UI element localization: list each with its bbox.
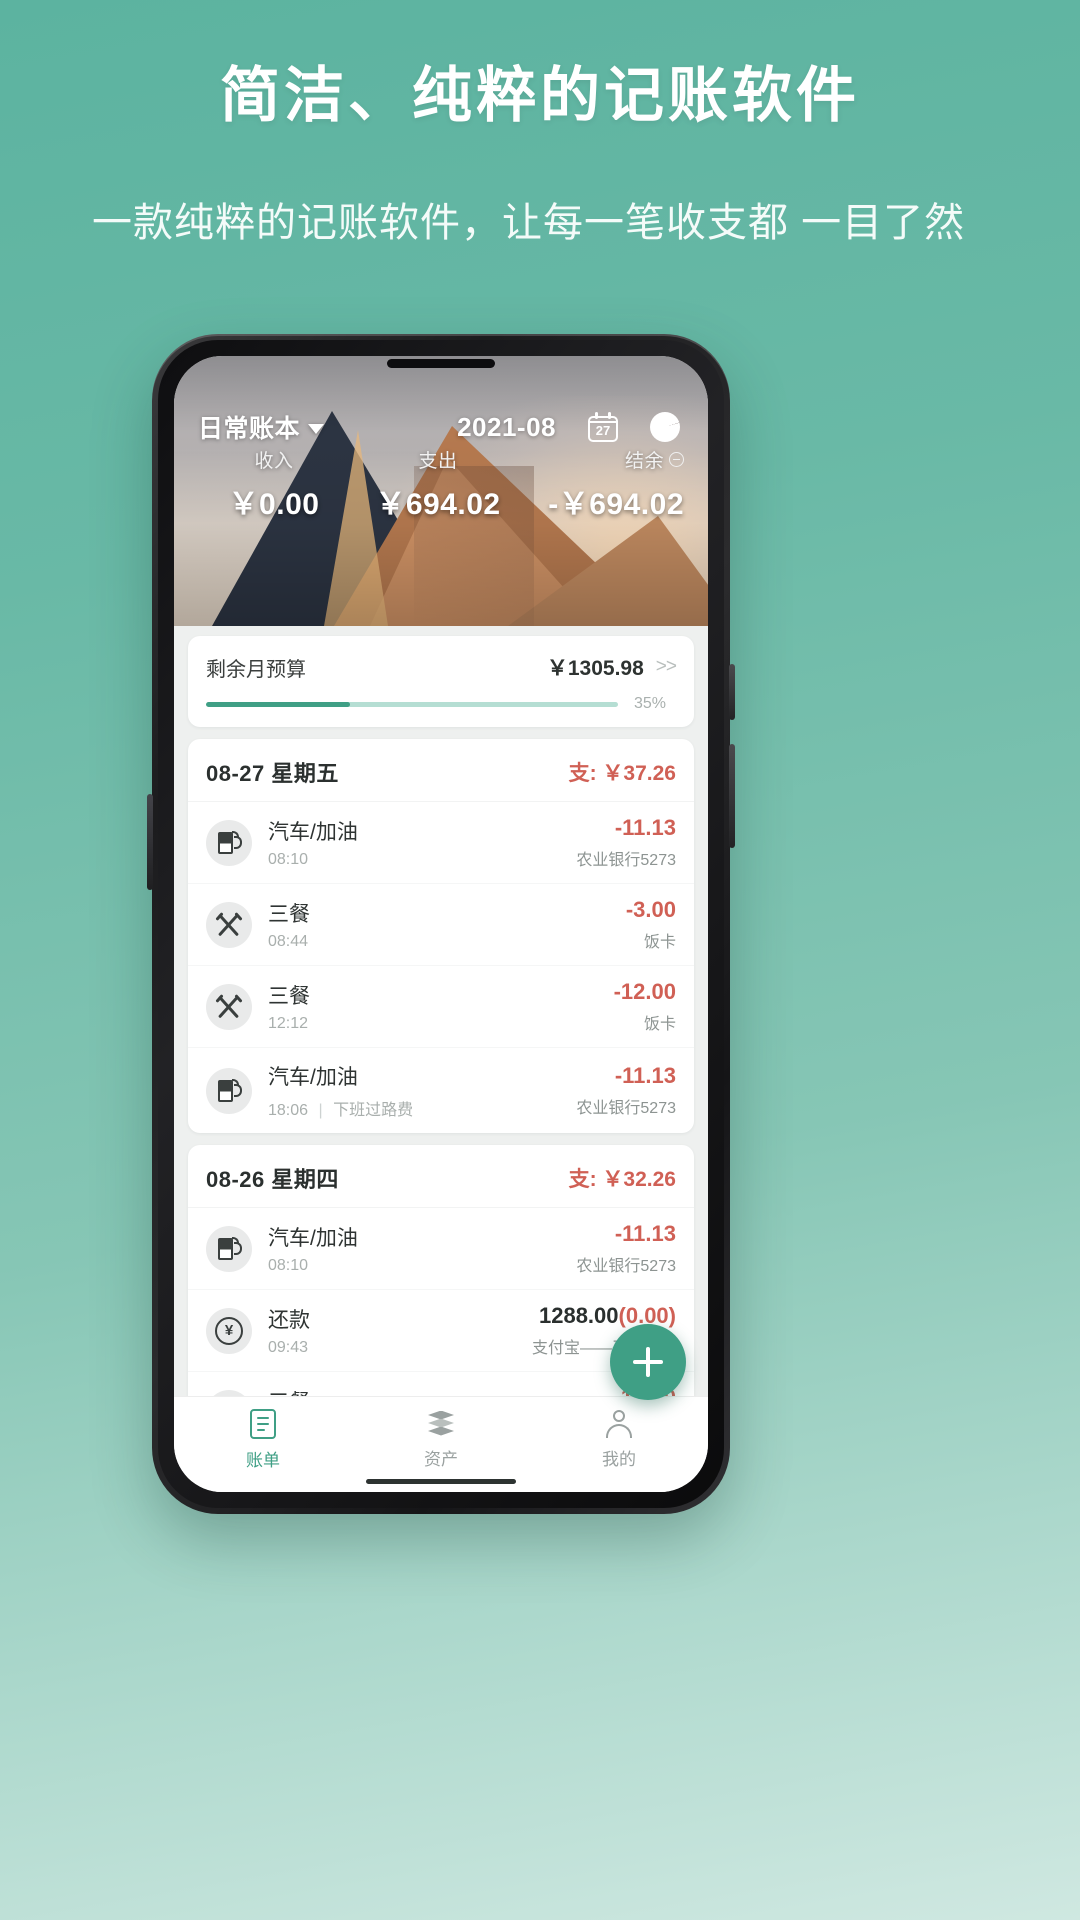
summary-balance: 结余 -￥694.02	[520, 446, 690, 523]
bill-icon	[250, 1408, 276, 1439]
txn-amount: -11.13	[614, 815, 676, 840]
summary-income: 收入 ￥0.00	[192, 446, 356, 523]
budget-top-row: 剩余月预算 ￥1305.98 >>	[206, 652, 677, 682]
day-header: 08-27 星期五 支: ￥37.26	[188, 739, 694, 802]
promo-subtitle: 一款纯粹的记账软件，让每一笔收支都 一目了然	[92, 201, 966, 245]
tab-bills-label: 账单	[246, 1450, 280, 1470]
budget-card[interactable]: 剩余月预算 ￥1305.98 >> 35%	[188, 636, 694, 727]
budget-detail-arrow-icon[interactable]: >>	[656, 656, 677, 678]
txn-amount: -12.00	[613, 979, 676, 1004]
calendar-button[interactable]: 27	[584, 408, 622, 446]
table-row[interactable]: 汽车/加油 08:10 -11.13 农业银行5273	[188, 1208, 694, 1289]
txn-account: 农业银行5273	[576, 852, 676, 869]
txn-account: 农业银行5273	[576, 1258, 676, 1275]
budget-progress-fill	[206, 701, 351, 707]
fuel-icon	[206, 1225, 252, 1272]
phone-power-button	[729, 744, 735, 848]
fuel-icon	[206, 819, 252, 866]
tab-bills[interactable]: 账单	[174, 1408, 352, 1471]
promo-header: 简洁、纯粹的记账软件 一款纯粹的记账软件，让每一笔收支都 一目了然	[0, 0, 1080, 257]
day-group: 08-27 星期五 支: ￥37.26 汽车/加油 08:10 -11.13 农…	[188, 739, 694, 1133]
txn-amount: -11.13	[614, 1221, 676, 1246]
phone-mockup: 日常账本 2021-08 27 收入 ￥0.00 支出 ￥694.02 结余 -…	[147, 334, 735, 1514]
day-total-label: 支: ￥32.26	[568, 1168, 676, 1191]
calendar-day-label: 27	[595, 423, 611, 438]
txn-time: 18:06	[268, 1102, 309, 1119]
budget-percent-label: 35%	[634, 695, 667, 712]
txn-note-separator: |	[318, 1102, 323, 1119]
person-icon	[605, 1409, 633, 1438]
txn-account: 农业银行5273	[576, 1100, 676, 1117]
txn-account: 饭卡	[643, 1016, 676, 1033]
txn-time: 08:44	[268, 933, 309, 950]
txn-category: 还款	[268, 1309, 310, 1332]
txn-amount: -11.13	[614, 1063, 676, 1088]
month-label[interactable]: 2021-08	[457, 412, 556, 443]
book-name-label: 日常账本	[198, 415, 301, 443]
repay-icon	[206, 1307, 252, 1354]
summary-expense-value: ￥694.02	[375, 488, 501, 521]
summary-expense-label: 支出	[418, 451, 458, 472]
phone-screen: 日常账本 2021-08 27 收入 ￥0.00 支出 ￥694.02 结余 -…	[174, 356, 708, 1492]
summary-balance-text: 结余	[624, 451, 664, 472]
table-row[interactable]: 汽车/加油 08:10 -11.13 农业银行5273	[188, 802, 694, 883]
budget-progress-row: 35%	[206, 695, 676, 713]
tab-assets[interactable]: 资产	[352, 1410, 530, 1470]
chevron-down-icon	[308, 424, 325, 434]
header-hero-image: 日常账本 2021-08 27 收入 ￥0.00 支出 ￥694.02 结余 -…	[174, 356, 708, 626]
day-header: 08-26 星期四 支: ￥32.26	[188, 1145, 694, 1208]
summary-balance-value: -￥694.02	[548, 488, 684, 521]
txn-note: 下班过路费	[333, 1102, 414, 1119]
meal-icon	[206, 983, 252, 1030]
statistics-button[interactable]	[646, 408, 684, 446]
promo-title: 简洁、纯粹的记账软件	[220, 62, 860, 129]
txn-category: 三餐	[268, 1386, 606, 1396]
budget-amount: ￥1305.98	[546, 657, 644, 680]
summary-income-label: 收入	[254, 451, 294, 472]
fuel-icon	[206, 1067, 252, 1114]
assets-icon	[426, 1410, 456, 1438]
txn-time: 09:43	[268, 1339, 309, 1356]
txn-time: 12:12	[268, 1015, 309, 1032]
day-total-label: 支: ￥37.26	[568, 762, 676, 785]
home-indicator	[366, 1479, 516, 1484]
tab-profile[interactable]: 我的	[530, 1409, 708, 1470]
bill-list-scroll[interactable]: 剩余月预算 ￥1305.98 >> 35% 08-27 星期五 支: ￥37.2…	[174, 626, 708, 1396]
txn-category: 三餐	[268, 985, 310, 1008]
phone-notch-speaker	[387, 359, 495, 368]
book-selector[interactable]: 日常账本	[198, 409, 325, 445]
summary-income-value: ￥0.00	[228, 488, 320, 521]
day-date-label: 08-26 星期四	[206, 1167, 339, 1192]
table-row[interactable]: 三餐 08:44 -3.00 饭卡	[188, 883, 694, 965]
txn-time-note: 18:06 | 下班过路费	[268, 1096, 568, 1120]
app-toolbar: 日常账本 2021-08 27	[174, 356, 708, 446]
budget-label: 剩余月预算	[206, 658, 306, 681]
phone-volume-button	[729, 664, 735, 720]
pie-chart-icon	[650, 412, 680, 442]
txn-amount-main: 1288.00	[538, 1303, 619, 1328]
meal-icon	[206, 901, 252, 948]
calendar-icon: 27	[588, 412, 618, 442]
table-row[interactable]: 三餐 12:12 -12.00 饭卡	[188, 965, 694, 1047]
txn-amount: -3.00	[625, 897, 676, 922]
txn-category: 汽车/加油	[268, 821, 358, 844]
txn-category: 三餐	[268, 903, 310, 926]
txn-account: 饭卡	[643, 934, 676, 951]
txn-time: 08:10	[268, 1257, 309, 1274]
txn-category: 汽车/加油	[268, 1066, 358, 1089]
txn-category: 汽车/加油	[268, 1227, 358, 1250]
bottom-navigation: 账单 资产 我的	[174, 1396, 708, 1492]
phone-left-button	[147, 794, 153, 890]
add-transaction-button[interactable]	[610, 1324, 686, 1400]
summary-balance-label: 结余	[625, 446, 684, 473]
txn-time: 08:10	[268, 851, 309, 868]
budget-progress-track	[206, 701, 618, 707]
summary-row: 收入 ￥0.00 支出 ￥694.02 结余 -￥694.02	[174, 446, 708, 539]
table-row[interactable]: 汽车/加油 18:06 | 下班过路费 -11.13 农业银行5273	[188, 1047, 694, 1133]
summary-expense: 支出 ￥694.02	[356, 446, 520, 523]
tab-assets-label: 资产	[424, 1449, 458, 1469]
tab-profile-label: 我的	[602, 1449, 636, 1469]
day-date-label: 08-27 星期五	[206, 761, 339, 786]
minus-circle-icon	[669, 452, 684, 467]
